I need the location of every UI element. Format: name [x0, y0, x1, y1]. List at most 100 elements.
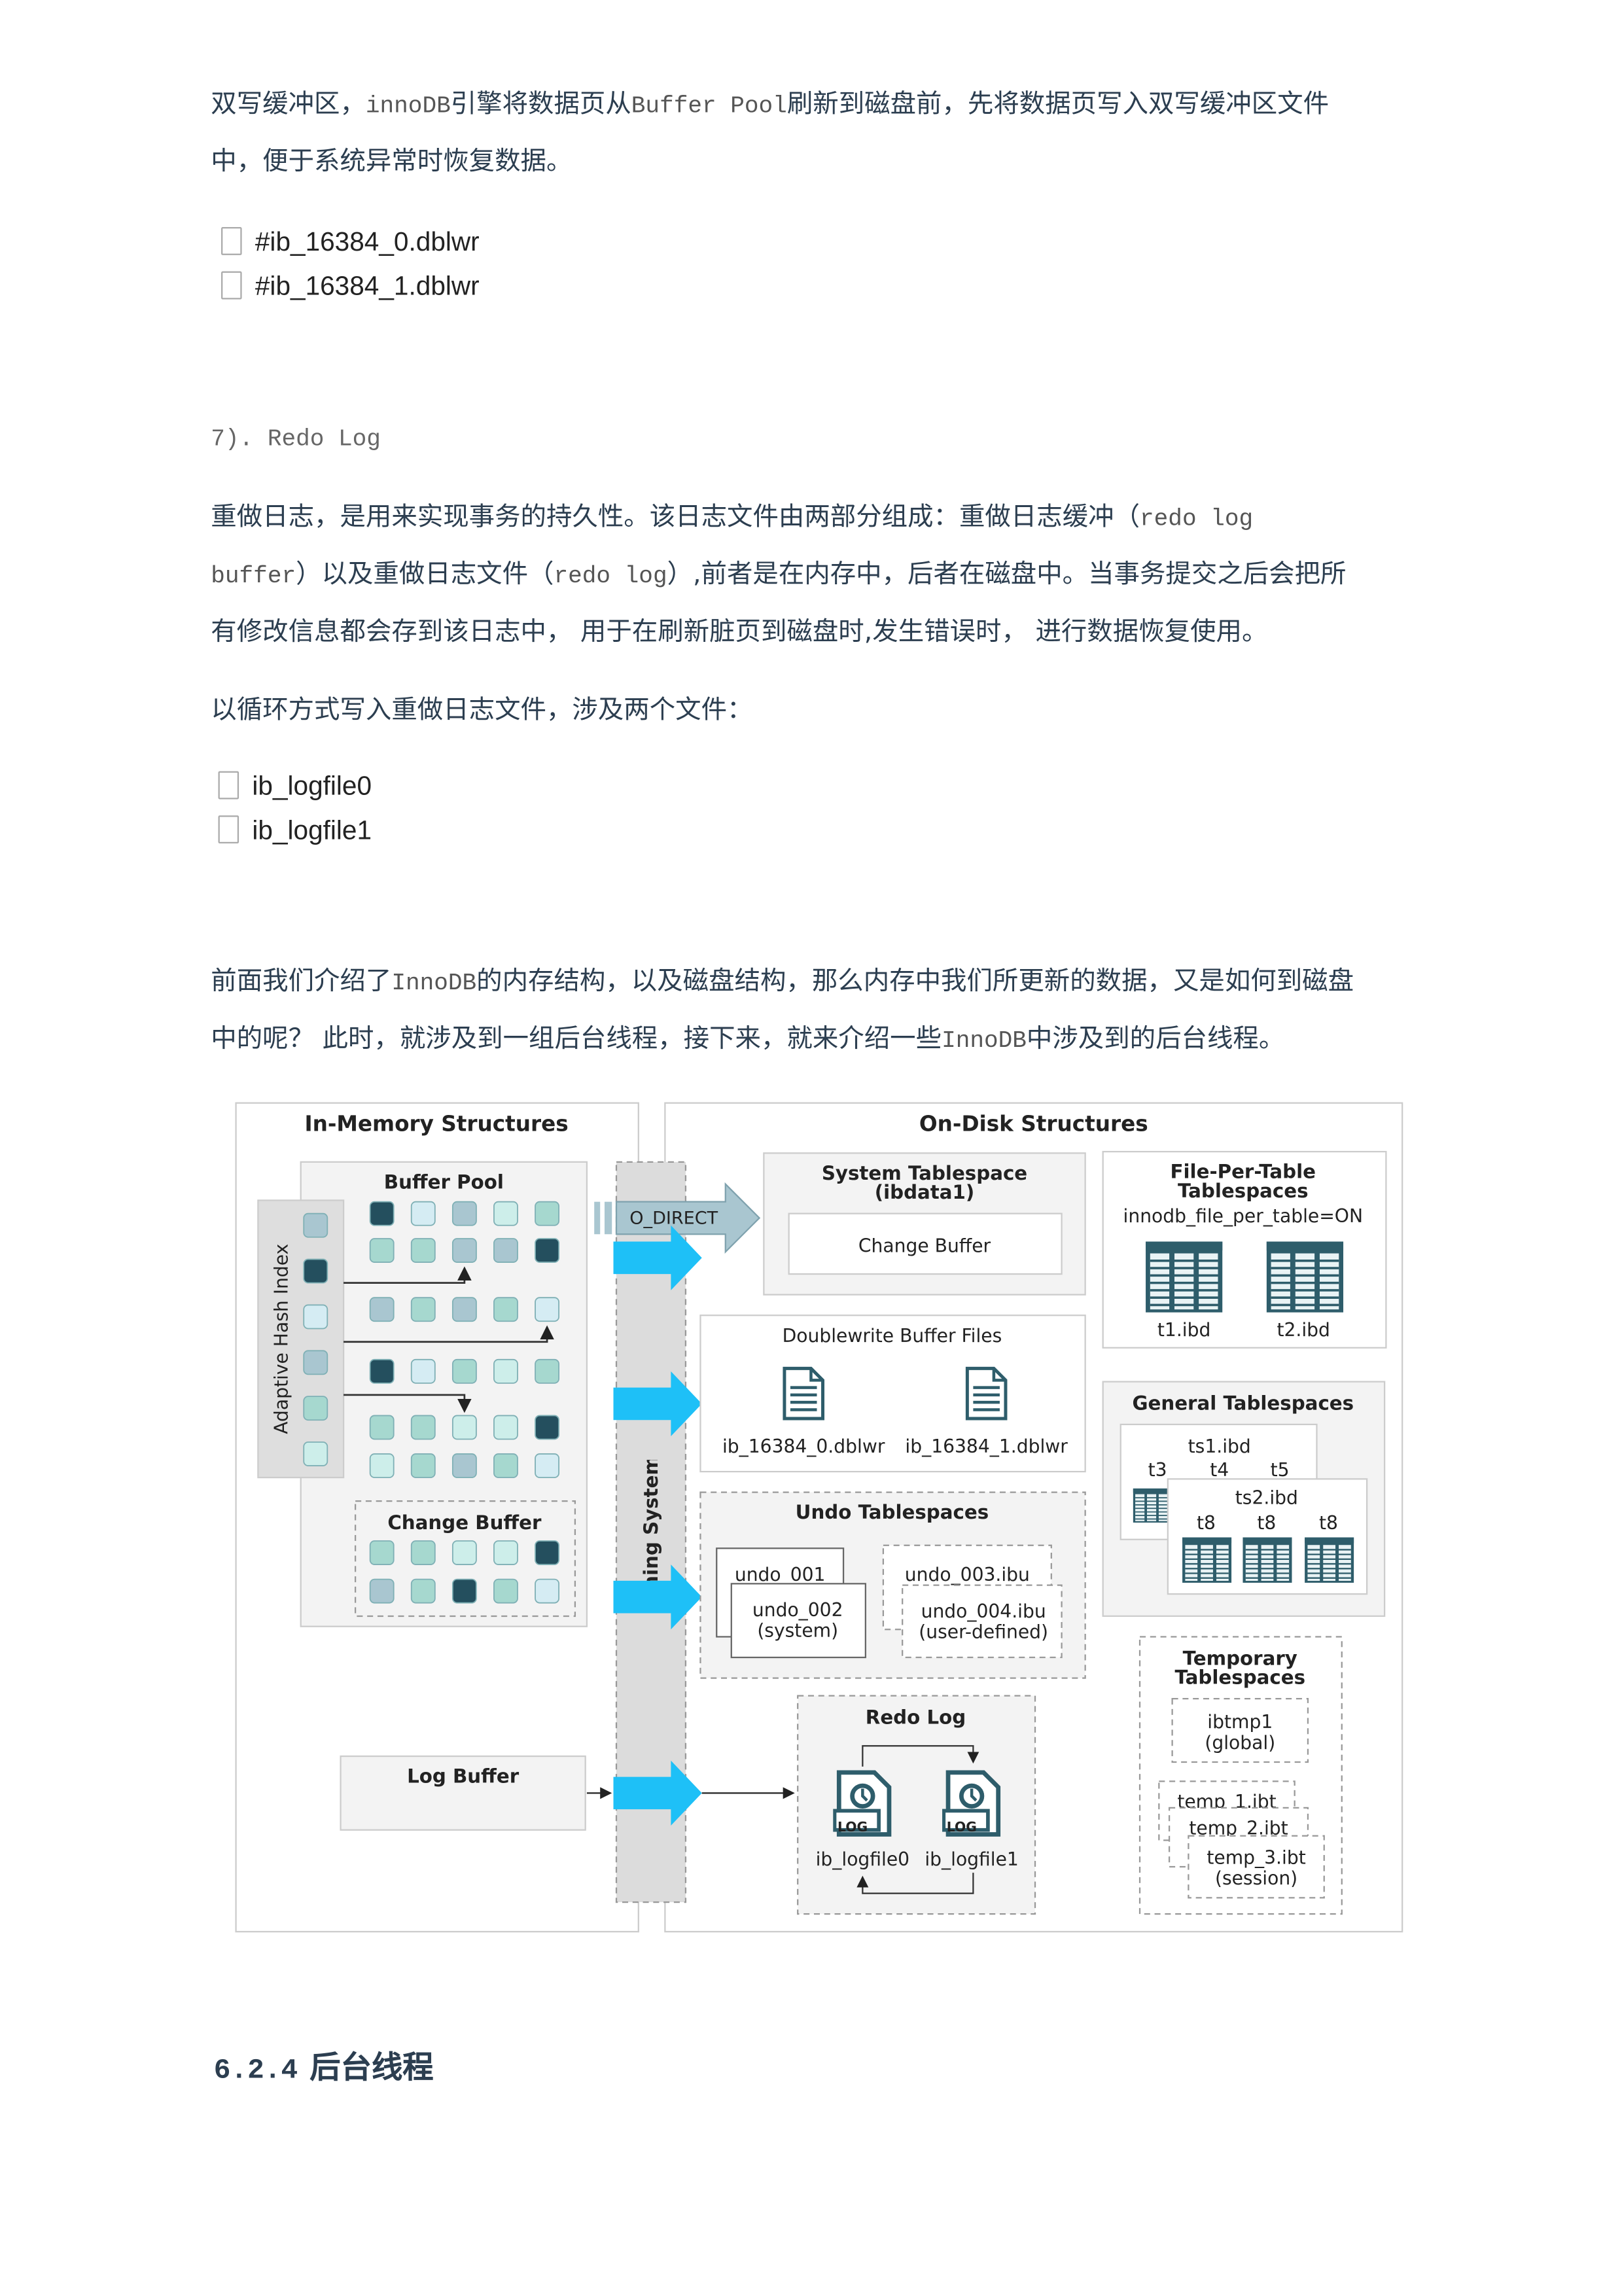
in-memory-title: In-Memory Structures — [304, 1112, 568, 1137]
inline-code: InnoDB — [391, 970, 477, 997]
text-segment: 中的呢？ 此时，就涉及到一组后台线程，接下来，就来介绍一些 — [211, 1025, 942, 1055]
buffer-pool-page — [535, 1358, 560, 1384]
buffer-pool-page — [451, 1358, 477, 1384]
file-name: #ib_16384_0.dblwr — [255, 227, 480, 257]
hash-index-entry — [303, 1350, 328, 1375]
text-segment: 的内存结构，以及磁盘结构，那么内存中我们所更新的数据，又是如何到磁盘 — [476, 967, 1354, 997]
buffer-pool-page — [410, 1358, 436, 1384]
table-file-label: t1.ibd — [1157, 1319, 1210, 1341]
redo-files-intro: 以循环方式写入重做日志文件，涉及两个文件： — [211, 696, 753, 726]
undo-file-label: (system) — [757, 1619, 838, 1641]
text-segment: 引擎将数据页从 — [450, 90, 631, 120]
change-buffer-page — [410, 1578, 436, 1604]
change-buffer-page — [369, 1540, 395, 1565]
redo-file-label: ib_logfile1 — [925, 1848, 1019, 1870]
table-icon — [1303, 1536, 1355, 1584]
buffer-pool-page — [410, 1453, 436, 1479]
text-segment: 双写缓冲区， — [211, 90, 366, 120]
doublewrite-title: Doublewrite Buffer Files — [783, 1325, 1002, 1347]
change-buffer-page — [535, 1578, 560, 1604]
table-label: t3 — [1148, 1459, 1167, 1481]
file-item: ib_logfile1 — [218, 814, 372, 847]
buffer-pool-page — [451, 1297, 477, 1322]
ibtmp-label: (global) — [1205, 1732, 1275, 1754]
buffer-pool-page — [535, 1297, 560, 1322]
hash-index-entry — [303, 1258, 328, 1284]
inline-code: buffer — [211, 563, 296, 590]
buffer-pool-page — [410, 1415, 436, 1440]
redo-log-title: Redo Log — [866, 1706, 966, 1728]
document-icon — [967, 1368, 1006, 1419]
change-buffer-page — [451, 1540, 477, 1565]
buffer-pool-page — [451, 1201, 477, 1226]
buffer-pool-page — [369, 1201, 395, 1226]
buffer-pool-page — [493, 1201, 518, 1226]
o-direct-label: O_DIRECT — [629, 1208, 718, 1228]
table-icon — [1144, 1240, 1224, 1314]
undo-file-label: (user-defined) — [919, 1621, 1048, 1643]
doublewrite-file-label: ib_16384_0.dblwr — [722, 1436, 885, 1457]
hash-index-entry — [303, 1396, 328, 1421]
buffer-pool-page — [493, 1297, 518, 1322]
undo-file-label: undo_003.ibu — [905, 1564, 1030, 1585]
file-item: ib_logfile0 — [218, 769, 372, 802]
table-icon — [1181, 1536, 1233, 1584]
section-heading: 6.2.4 后台线程 — [214, 2043, 434, 2088]
buffer-pool-page — [535, 1453, 560, 1479]
hash-index-entry — [303, 1304, 328, 1330]
buffer-pool-page — [369, 1415, 395, 1440]
buffer-pool-page — [493, 1358, 518, 1384]
undo-file-label: undo_004.ibu — [921, 1600, 1046, 1622]
file-name: #ib_16384_1.dblwr — [255, 271, 480, 301]
ibtmp-label: ibtmp1 — [1207, 1711, 1273, 1733]
paragraph-line: 重做日志，是用来实现事务的持久性。该日志文件由两部分组成：重做日志缓冲（redo… — [211, 501, 1253, 535]
file-item: #ib_16384_0.dblwr — [221, 226, 480, 258]
buffer-pool-page — [410, 1238, 436, 1263]
file-item: #ib_16384_1.dblwr — [221, 270, 480, 302]
table-file-label: t2.ibd — [1277, 1319, 1330, 1341]
table-label: t8 — [1257, 1512, 1276, 1534]
buffer-pool-title: Buffer Pool — [384, 1171, 504, 1193]
section-number: 6.2.4 — [213, 2054, 298, 2087]
change-buffer-page — [535, 1540, 560, 1565]
change-buffer-page — [493, 1540, 518, 1565]
redo-log-heading: 7). Redo Log — [211, 426, 381, 453]
log-icon-label: LOG — [837, 1819, 868, 1835]
inline-code: InnoDB — [942, 1027, 1027, 1055]
file-icon — [218, 771, 239, 800]
table-icon — [1242, 1536, 1293, 1584]
change-buffer-page — [493, 1578, 518, 1604]
buffer-pool-page — [369, 1453, 395, 1479]
section-title: 后台线程 — [309, 2049, 434, 2085]
buffer-pool-page — [369, 1238, 395, 1263]
file-icon — [218, 815, 239, 844]
table-icon — [1132, 1487, 1171, 1524]
temp-title: Tablespaces — [1174, 1667, 1305, 1689]
change-buffer-disk-label: Change Buffer — [858, 1235, 991, 1256]
system-tablespace-file: (ibdata1) — [875, 1181, 975, 1203]
buffer-pool-page — [451, 1238, 477, 1263]
ts1-label: ts1.ibd — [1188, 1436, 1251, 1457]
buffer-pool-page — [451, 1453, 477, 1479]
paragraph-line: buffer）以及重做日志文件（redo log）,前者是在内存中，后者在磁盘中… — [211, 559, 1346, 593]
adaptive-hash-index-label: Adaptive Hash Index — [270, 1244, 292, 1434]
table-label: t4 — [1210, 1459, 1229, 1481]
document-icon — [785, 1368, 823, 1419]
redo-file-label: ib_logfile0 — [816, 1848, 910, 1870]
hash-index-entry — [303, 1441, 328, 1466]
file-name: ib_logfile0 — [252, 771, 372, 801]
doublewrite-file-label: ib_16384_1.dblwr — [905, 1436, 1068, 1457]
file-per-table-title: Tablespaces — [1178, 1180, 1309, 1202]
innodb-architecture-diagram: In-Memory Structures On-Disk Structures … — [235, 1102, 1403, 1933]
buffer-pool-page — [493, 1415, 518, 1440]
buffer-pool-page — [535, 1415, 560, 1440]
paragraph-line: 前面我们介绍了InnoDB的内存结构，以及磁盘结构，那么内存中我们所更新的数据，… — [211, 966, 1354, 1000]
temp-file-label: temp_3.ibt — [1207, 1847, 1305, 1869]
temp-file-label: (session) — [1215, 1867, 1297, 1889]
buffer-pool-page — [410, 1201, 436, 1226]
paragraph-line: 中的呢？ 此时，就涉及到一组后台线程，接下来，就来介绍一些InnoDB中涉及到的… — [211, 1023, 1284, 1057]
file-per-table-setting: innodb_file_per_table=ON — [1123, 1205, 1363, 1227]
paragraph-line: 有修改信息都会存到该日志中， 用于在刷新脏页到磁盘时,发生错误时， 进行数据恢复… — [211, 616, 1267, 649]
table-label: t8 — [1197, 1512, 1216, 1534]
undo-title: Undo Tablespaces — [796, 1501, 989, 1523]
